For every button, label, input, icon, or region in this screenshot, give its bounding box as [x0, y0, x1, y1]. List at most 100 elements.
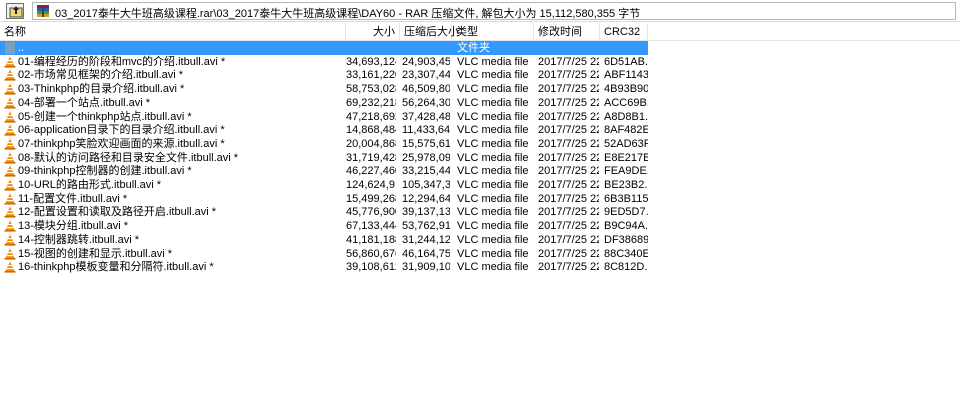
file-crc32: 88C340E8	[604, 247, 648, 260]
column-header: 名称 大小 压缩后大小 类型 修改时间 CRC32	[0, 23, 960, 41]
file-row[interactable]: 10-URL的路由形式.itbull.avi * 124,624,9... 105,…	[0, 178, 648, 192]
file-size: 46,227,460	[346, 165, 396, 178]
file-row[interactable]: 05-创建一个thinkphp站点.itbull.avi * 47,218,692…	[0, 110, 648, 124]
column-header-name[interactable]: 名称	[0, 23, 346, 41]
file-row[interactable]: 16-thinkphp模板变量和分隔符.itbull.avi * 39,108,6…	[0, 260, 648, 274]
file-modified-time: 2017/7/25 22...	[538, 110, 599, 123]
file-row[interactable]: 14-控制器跳转.itbull.avi * 41,181,188 31,244,12…	[0, 233, 648, 247]
vlc-cone-icon	[4, 220, 16, 232]
file-modified-time: 2017/7/25 22...	[538, 137, 599, 150]
file-row[interactable]: 09-thinkphp控制器的创建.itbull.avi * 46,227,460…	[0, 164, 648, 178]
file-type: VLC media file (…	[457, 247, 532, 260]
file-row[interactable]: 02-市场常见框架的介绍.itbull.avi * 33,161,220 23,30…	[0, 68, 648, 82]
file-type: VLC media file (…	[457, 179, 532, 191]
file-name: 11-配置文件.itbull.avi *	[18, 192, 128, 205]
file-size: 41,181,188	[346, 233, 396, 246]
file-modified-time: 2017/7/25 22...	[538, 179, 599, 191]
file-row[interactable]: 15-视图的创建和显示.itbull.avi * 56,860,676 46,164…	[0, 247, 648, 261]
vlc-cone-icon	[4, 179, 16, 191]
file-type: VLC media file (…	[457, 165, 532, 178]
vlc-cone-icon	[4, 234, 16, 246]
file-crc32: BE23B2...	[604, 179, 648, 191]
file-size: 45,776,900	[346, 206, 396, 219]
file-size: 20,004,868	[346, 137, 396, 150]
file-name: 16-thinkphp模板变量和分隔符.itbull.avi *	[18, 261, 214, 274]
file-type: VLC media file (…	[457, 83, 532, 96]
file-modified-time: 2017/7/25 22...	[538, 247, 599, 260]
vlc-cone-icon	[4, 206, 16, 218]
file-crc32: 4B93B905	[604, 83, 648, 96]
file-modified-time: 2017/7/25 22...	[538, 124, 599, 137]
file-crc32: 6B3B1158	[604, 192, 648, 205]
file-size: 15,499,268	[346, 192, 396, 205]
file-type: VLC media file (…	[457, 192, 532, 205]
vlc-cone-icon	[4, 193, 16, 205]
file-name: 06-application目录下的目录介绍.itbull.avi *	[18, 124, 225, 137]
file-size: 39,108,612	[346, 261, 396, 274]
file-crc32: FEA9DE...	[604, 165, 648, 178]
file-crc32: B9C94A...	[604, 220, 648, 233]
file-type: VLC media file (…	[457, 206, 532, 219]
file-packed-size: 46,164,752	[402, 247, 450, 260]
file-crc32: ACC69B...	[604, 96, 648, 109]
file-packed-size: 31,244,128	[402, 233, 450, 246]
file-size: 69,232,218	[346, 96, 396, 109]
file-name: 07-thinkphp笑脸欢迎画面的来源.itbull.avi *	[18, 137, 225, 150]
file-row[interactable]: 01-编程经历的阶段和mvc的介绍.itbull.avi * 34,693,124…	[0, 55, 648, 69]
file-size: 31,719,428	[346, 151, 396, 164]
file-crc32: 9ED5D7...	[604, 206, 648, 219]
file-type: VLC media file (…	[457, 110, 532, 123]
vlc-cone-icon	[4, 261, 16, 273]
file-modified-time: 2017/7/25 22...	[538, 220, 599, 233]
vlc-cone-icon	[4, 56, 16, 68]
file-size: 33,161,220	[346, 69, 396, 82]
parent-folder-type: 文件夹	[457, 42, 490, 54]
column-header-packed[interactable]: 压缩后大小	[400, 23, 459, 41]
file-packed-size: 37,428,480	[402, 110, 450, 123]
file-name: 10-URL的路由形式.itbull.avi *	[18, 179, 162, 191]
file-modified-time: 2017/7/25 22...	[538, 165, 599, 178]
file-row[interactable]: 11-配置文件.itbull.avi * 15,499,268 12,294,640…	[0, 192, 648, 206]
vlc-cone-icon	[4, 138, 16, 150]
file-row[interactable]: 04-部署一个站点.itbull.avi * 69,232,218 56,264,3…	[0, 96, 648, 110]
file-packed-size: 53,762,912	[402, 220, 450, 233]
up-one-level-button[interactable]	[6, 3, 24, 19]
file-crc32: A8D8B1...	[604, 110, 648, 123]
file-packed-size: 56,264,304	[402, 96, 450, 109]
file-row[interactable]: 12-配置设置和读取及路径开启.itbull.avi * 45,776,900 39…	[0, 205, 648, 219]
column-header-type[interactable]: 类型	[452, 23, 534, 41]
file-type: VLC media file (…	[457, 137, 532, 150]
file-size: 56,860,676	[346, 247, 396, 260]
file-modified-time: 2017/7/25 22...	[538, 206, 599, 219]
column-header-mtime[interactable]: 修改时间	[534, 23, 600, 41]
file-crc32: 52AD63F2	[604, 137, 648, 150]
file-size: 14,868,484	[346, 124, 396, 137]
file-type: VLC media file (…	[457, 69, 532, 82]
column-header-size[interactable]: 大小	[346, 23, 400, 41]
column-header-crc[interactable]: CRC32	[600, 23, 648, 41]
vlc-cone-icon	[4, 111, 16, 123]
file-row[interactable]: 07-thinkphp笑脸欢迎画面的来源.itbull.avi * 20,004,…	[0, 137, 648, 151]
vlc-cone-icon	[4, 83, 16, 95]
file-crc32: ABF1143F	[604, 69, 648, 82]
parent-folder-row[interactable]: .. 文件夹	[0, 41, 648, 55]
path-field[interactable]: 03_2017泰牛大牛班高级课程.rar\03_2017泰牛大牛班高级课程\DA…	[32, 2, 956, 20]
file-packed-size: 31,909,104	[402, 261, 450, 274]
file-modified-time: 2017/7/25 22...	[538, 96, 599, 109]
folder-up-icon	[9, 6, 23, 18]
file-name: 15-视图的创建和显示.itbull.avi *	[18, 247, 173, 260]
file-type: VLC media file (…	[457, 151, 532, 164]
file-modified-time: 2017/7/25 22...	[538, 192, 599, 205]
file-modified-time: 2017/7/25 22...	[538, 55, 599, 68]
file-modified-time: 2017/7/25 22...	[538, 69, 599, 82]
file-modified-time: 2017/7/25 22...	[538, 151, 599, 164]
vlc-cone-icon	[4, 152, 16, 164]
file-row[interactable]: 08-默认的访问路径和目录安全文件.itbull.avi * 31,719,428…	[0, 151, 648, 165]
file-name: 14-控制器跳转.itbull.avi *	[18, 233, 140, 246]
file-row[interactable]: 06-application目录下的目录介绍.itbull.avi * 14,86…	[0, 123, 648, 137]
file-row[interactable]: 03-Thinkphp的目录介绍.itbull.avi * 58,753,028 4…	[0, 82, 648, 96]
vlc-cone-icon	[4, 165, 16, 177]
file-row[interactable]: 13-模块分组.itbull.avi * 67,133,444 53,762,912…	[0, 219, 648, 233]
file-crc32: 6D51AB...	[604, 55, 648, 68]
vlc-cone-icon	[4, 248, 16, 260]
